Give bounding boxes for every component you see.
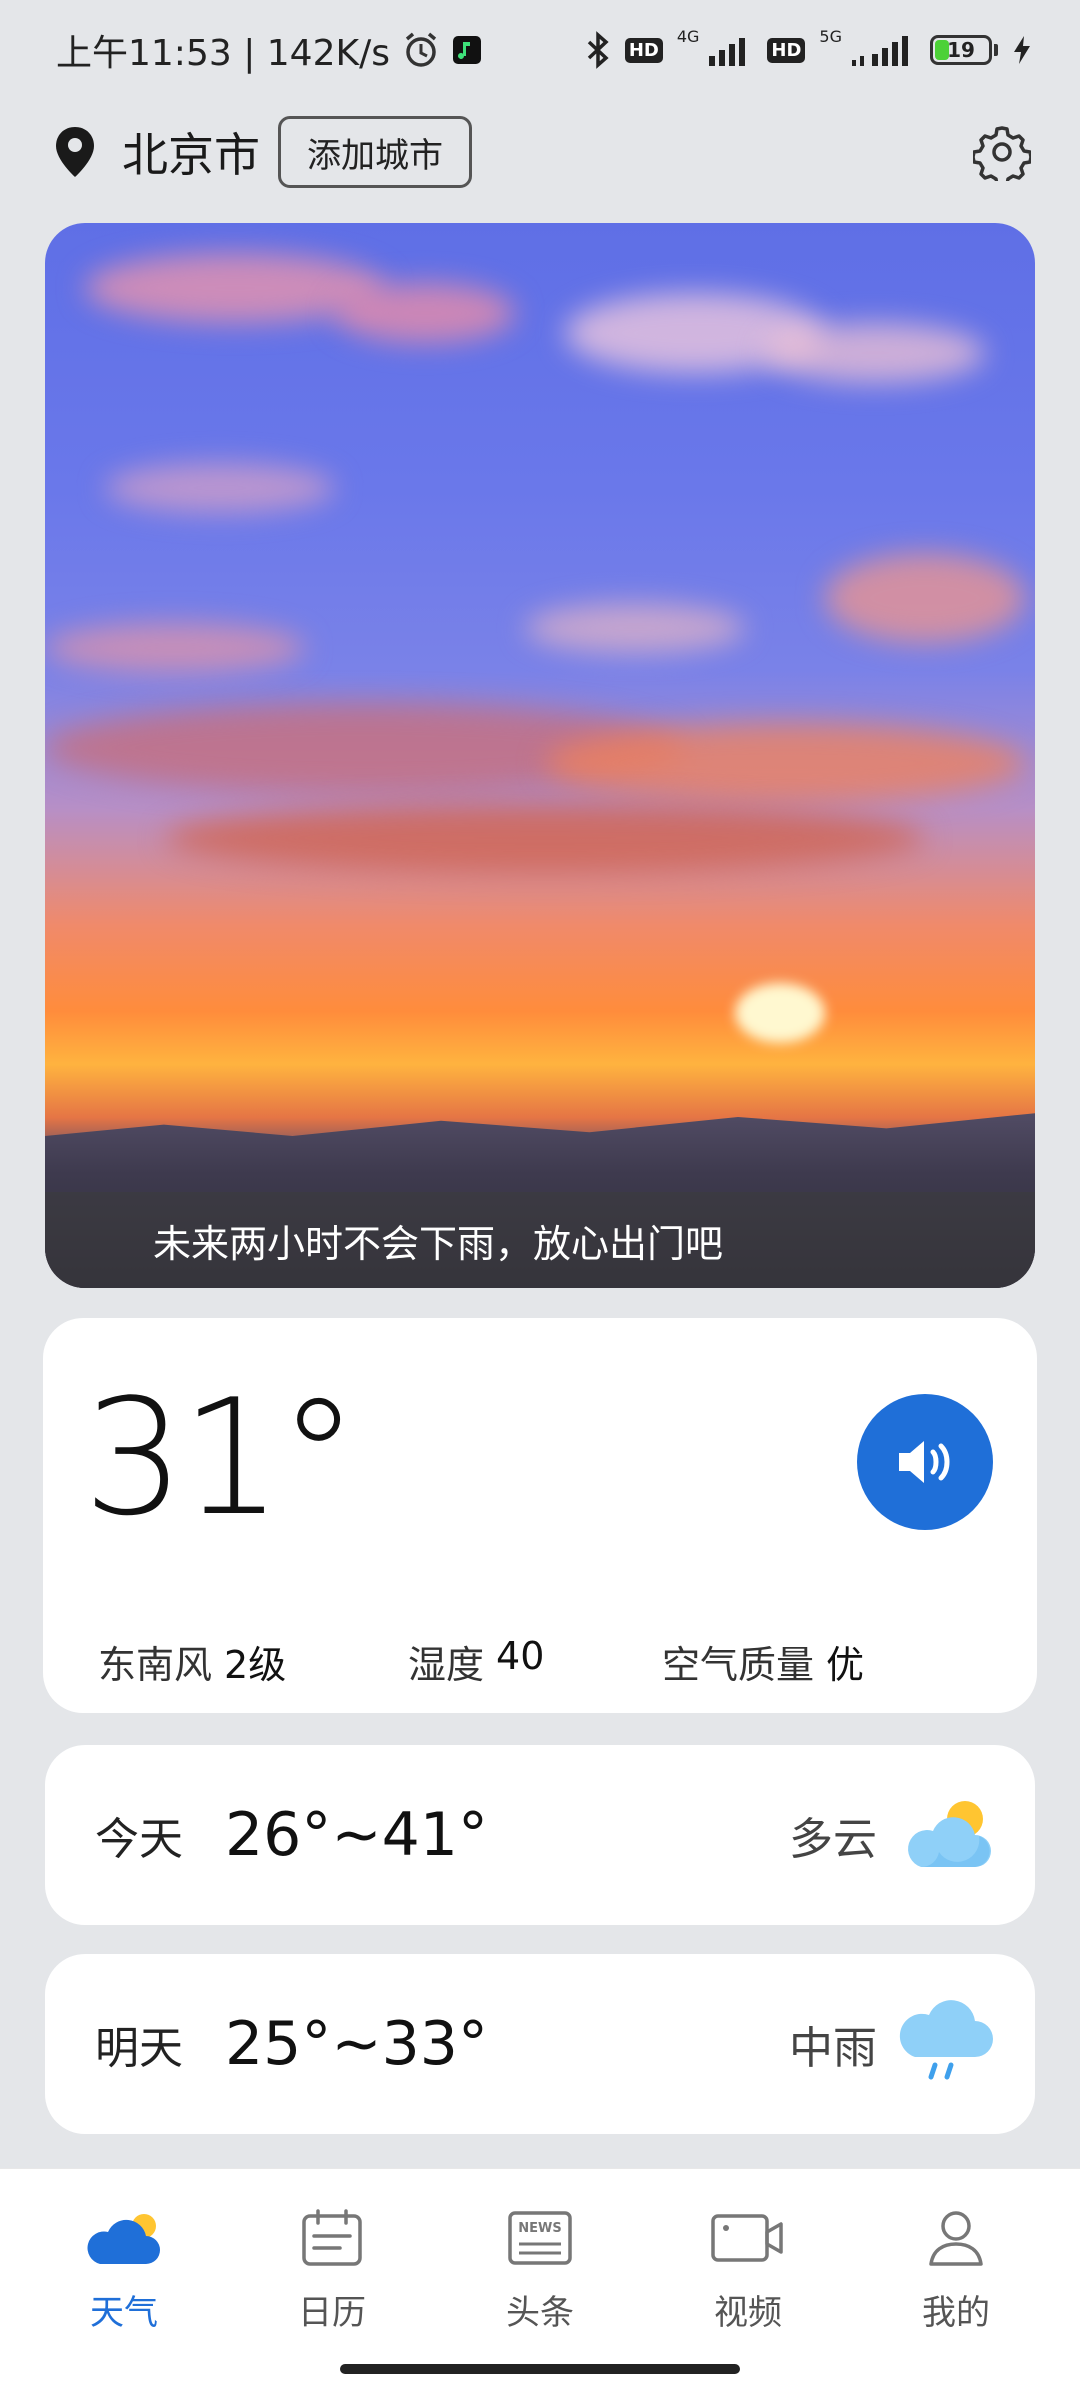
- wind-info: 东南风 2级: [98, 1634, 408, 1689]
- status-bar: 上午11:53 | 142K/s HD 4G HD 5G 19: [0, 0, 1080, 100]
- weather-icon: [86, 2205, 162, 2271]
- wind-label: 东南风: [98, 1643, 213, 1687]
- music-app-icon: [452, 35, 482, 65]
- humidity-label: 湿度: [408, 1643, 485, 1687]
- header: 北京市 添加城市: [0, 110, 1080, 194]
- nav-label: 视频: [714, 2293, 782, 2333]
- battery-icon: 19: [930, 35, 998, 65]
- location-pin-icon: [50, 124, 100, 180]
- nav-item-weather[interactable]: 天气: [34, 2205, 214, 2334]
- video-icon: [710, 2205, 786, 2271]
- nav-item-video[interactable]: 视频: [658, 2205, 838, 2334]
- rain-forecast-banner: 未来两小时不会下雨，放心出门吧: [45, 1192, 1035, 1288]
- city-name[interactable]: 北京市: [122, 119, 260, 185]
- nav-label: 天气: [90, 2293, 158, 2333]
- bluetooth-icon: [585, 31, 611, 69]
- news-icon-text: NEWS: [518, 2221, 561, 2236]
- charging-icon: [1012, 34, 1032, 66]
- current-weather-card: 31° 东南风 2级 湿度 40 空气质量 优: [43, 1318, 1037, 1713]
- rain-icon: [899, 1999, 995, 2089]
- nav-item-profile[interactable]: 我的: [866, 2205, 1046, 2334]
- calendar-icon: [294, 2205, 370, 2271]
- nav-item-calendar[interactable]: 日历: [242, 2205, 422, 2334]
- aqi-value: 优: [826, 1643, 865, 1687]
- forecast-range: 26°~41°: [225, 1800, 488, 1870]
- speaker-icon: [899, 1441, 950, 1483]
- sun: [735, 983, 825, 1043]
- wind-value: 2级: [224, 1643, 287, 1687]
- partly-cloudy-icon: [899, 1790, 995, 1880]
- aqi-label: 空气质量: [662, 1643, 815, 1687]
- forecast-range: 25°~33°: [225, 2009, 488, 2079]
- forecast-day: 明天: [95, 2023, 183, 2074]
- forecast-tomorrow-card[interactable]: 明天 25°~33° 中雨: [45, 1954, 1035, 2134]
- forecast-day: 今天: [95, 1814, 183, 1865]
- gear-icon: [973, 126, 1031, 181]
- forecast-condition: 多云: [789, 1814, 877, 1865]
- weather-hero-image: 未来两小时不会下雨，放心出门吧: [45, 223, 1035, 1288]
- profile-icon: [918, 2205, 994, 2271]
- air-quality-info: 空气质量 优: [662, 1634, 864, 1689]
- bottom-navigation: 天气 日历 NEWS 头条 视频 我的: [0, 2168, 1080, 2400]
- status-time-speed: 上午11:53 | 142K/s: [56, 33, 390, 74]
- nav-item-news[interactable]: NEWS 头条: [450, 2205, 630, 2334]
- nav-label: 日历: [298, 2293, 366, 2333]
- alarm-icon: [402, 31, 440, 69]
- signal-icon: [707, 34, 753, 66]
- network-5g-label: 5G: [819, 26, 842, 46]
- current-temperature: 31°: [83, 1364, 359, 1551]
- weather-details: 东南风 2级 湿度 40 空气质量 优: [98, 1634, 864, 1689]
- nav-label: 我的: [922, 2293, 990, 2333]
- news-icon: NEWS: [502, 2205, 578, 2271]
- home-indicator[interactable]: [340, 2364, 740, 2374]
- hd-icon: HD: [624, 37, 663, 63]
- add-city-button[interactable]: 添加城市: [278, 116, 472, 188]
- hd-icon: HD: [767, 37, 806, 63]
- nav-label: 头条: [506, 2293, 574, 2333]
- forecast-condition: 中雨: [789, 2023, 877, 2074]
- signal-icon: [850, 34, 916, 66]
- network-4g-label: 4G: [676, 26, 700, 46]
- settings-button[interactable]: [970, 120, 1034, 184]
- humidity-value: 40: [496, 1634, 545, 1678]
- voice-broadcast-button[interactable]: [857, 1394, 993, 1530]
- forecast-today-card[interactable]: 今天 26°~41° 多云: [45, 1745, 1035, 1925]
- humidity-info: 湿度 40: [408, 1634, 662, 1689]
- banner-text: 未来两小时不会下雨，放心出门吧: [153, 1221, 724, 1266]
